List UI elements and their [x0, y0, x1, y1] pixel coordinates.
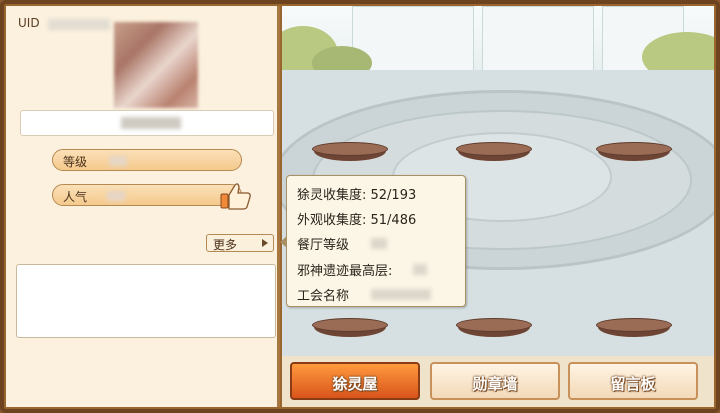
pet-slot-top: [312, 142, 388, 156]
restaurant-level-redacted: [371, 238, 387, 249]
profile-info-tooltip: 狳灵收集度: 52/193 外观收集度: 51/486 餐厅等级 邪神遗迹最高层…: [280, 175, 466, 307]
tab-medal-wall[interactable]: 勋章墙: [430, 362, 560, 400]
pet-slot[interactable]: [596, 318, 672, 338]
more-button-label: 更多: [213, 238, 238, 252]
thumbs-up-icon[interactable]: [220, 181, 252, 211]
profile-panel: UID 等级 人气 更多: [6, 6, 280, 407]
pet-slot-top: [456, 318, 532, 332]
bottom-tab-bar: 狳灵屋 勋章墙 留言板: [282, 356, 714, 407]
avatar[interactable]: [114, 22, 198, 108]
ruins-floor-redacted: [413, 264, 427, 275]
signature-box[interactable]: [16, 264, 276, 338]
tab-message-board-label: 留言板: [610, 375, 656, 393]
tab-pet-house-label: 狳灵屋: [332, 375, 378, 393]
pet-slot[interactable]: [456, 142, 532, 162]
tooltip-row-guild-name: 工会名称: [297, 289, 350, 304]
uid-value-redacted: [48, 19, 110, 30]
popularity-value-redacted: [107, 191, 125, 201]
level-label: 等级: [63, 155, 88, 169]
more-button[interactable]: 更多: [206, 234, 274, 252]
pet-slot-top: [312, 318, 388, 332]
player-name-field: [20, 110, 274, 136]
tab-pet-house[interactable]: 狳灵屋: [290, 362, 420, 400]
pet-slot-top: [456, 142, 532, 156]
popularity-label: 人气: [63, 190, 88, 204]
tooltip-row-pet-collection: 狳灵收集度: 52/193: [297, 188, 417, 203]
guild-name-redacted: [371, 289, 431, 300]
chevron-right-icon: [262, 239, 268, 247]
pet-slot[interactable]: [312, 318, 388, 338]
pet-slot[interactable]: [596, 142, 672, 162]
building: [482, 6, 594, 74]
uid-label: UID: [18, 16, 40, 30]
tab-medal-wall-label: 勋章墙: [472, 375, 518, 393]
pet-slot[interactable]: [312, 142, 388, 162]
level-pill: 等级: [52, 149, 242, 171]
pet-slot-top: [596, 318, 672, 332]
player-name-redacted: [121, 117, 181, 129]
tooltip-row-restaurant-level: 餐厅等级: [297, 238, 350, 253]
tooltip-row-ruins-top-floor: 邪神遗迹最高层:: [297, 264, 393, 279]
tooltip-pointer: [280, 236, 287, 248]
level-value-redacted: [109, 156, 127, 166]
popularity-pill: 人气: [52, 184, 242, 206]
pet-slot-top: [596, 142, 672, 156]
tooltip-row-outfit-collection: 外观收集度: 51/486: [297, 213, 417, 228]
pet-slot[interactable]: [456, 318, 532, 338]
tab-message-board[interactable]: 留言板: [568, 362, 698, 400]
